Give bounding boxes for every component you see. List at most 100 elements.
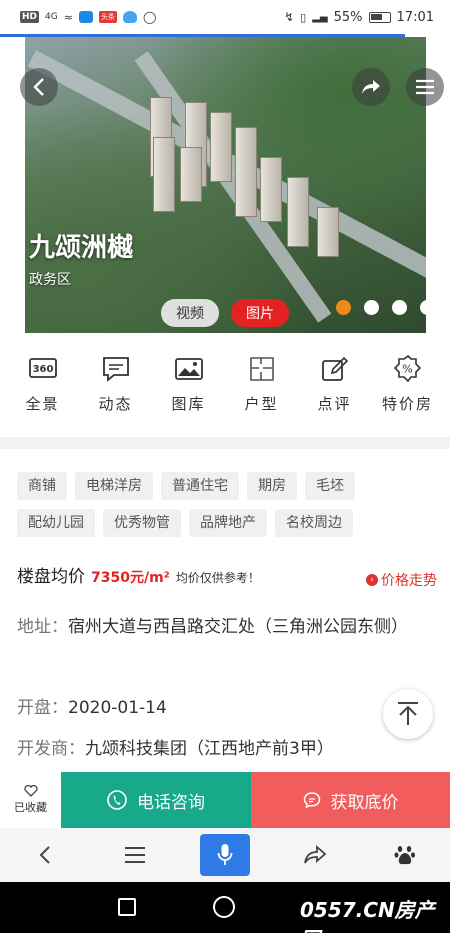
review-edit-icon xyxy=(320,355,350,383)
building-tower xyxy=(210,112,232,182)
toutiao-icon: 头条 xyxy=(98,11,117,23)
quick-nav-label: 动态 xyxy=(98,395,133,413)
bird-app-icon xyxy=(122,11,137,23)
battery-percent: 55% xyxy=(333,9,363,25)
photo-tab[interactable]: 图片 xyxy=(231,299,289,327)
voice-search-button[interactable] xyxy=(200,834,250,876)
price-value: 7350元/m² xyxy=(91,570,170,586)
price-note: 均价仅供参考！ xyxy=(175,571,260,585)
site-watermark: 0557.CN房产网 xyxy=(300,898,435,933)
carousel-dot-active[interactable] xyxy=(336,300,351,315)
opening-row: 开盘：2020-01-14 xyxy=(17,695,167,722)
address-value: 宿州大道与西昌路交汇处（三角洲公园东侧） xyxy=(68,617,408,637)
feature-tags: 商铺 电梯洋房 普通住宅 期房 毛坯 配幼儿园 优秀物管 品牌地产 名校周边 xyxy=(17,472,437,537)
price-trend-link[interactable]: › 价格走势 xyxy=(366,570,437,590)
feature-tag: 普通住宅 xyxy=(161,472,239,500)
hamburger-menu-icon xyxy=(125,847,145,863)
developer-row: 开发商：九颂科技集团（江西地产前3甲） xyxy=(17,736,334,763)
feature-tag: 名校周边 xyxy=(275,509,353,537)
baidu-paw-icon xyxy=(394,846,415,865)
favorite-button[interactable]: 已收藏 xyxy=(0,772,61,828)
back-to-top-button[interactable] xyxy=(383,689,433,739)
news-chat-icon xyxy=(101,355,131,383)
carousel-dot[interactable] xyxy=(392,300,407,315)
carousel-dot[interactable] xyxy=(420,300,435,315)
building-tower xyxy=(317,207,339,257)
svg-text:%: % xyxy=(402,363,412,376)
phone-consult-button[interactable]: 电话咨询 xyxy=(61,772,251,828)
feature-tag: 电梯洋房 xyxy=(75,472,153,500)
chevron-left-icon xyxy=(33,78,44,96)
get-lowest-price-button[interactable]: 获取底价 xyxy=(251,772,450,828)
heart-icon xyxy=(23,785,38,797)
project-district: 政务区 xyxy=(29,272,71,288)
share-arrow-icon xyxy=(362,80,380,94)
feature-tag: 优秀物管 xyxy=(103,509,181,537)
signal-icon: ▂▄ xyxy=(312,11,328,23)
carousel-dots xyxy=(336,300,435,315)
building-tower xyxy=(180,147,202,202)
feature-tag: 品牌地产 xyxy=(189,509,267,537)
quick-nav-review[interactable]: 点评 xyxy=(299,355,371,427)
address-label: 地址： xyxy=(17,617,68,637)
developer-label: 开发商： xyxy=(17,739,85,759)
svg-text:360: 360 xyxy=(32,364,53,375)
gallery-icon xyxy=(174,355,204,383)
favorite-label: 已收藏 xyxy=(14,801,47,814)
building-tower xyxy=(153,137,175,212)
quick-nav-label: 户型 xyxy=(244,395,279,413)
hamburger-menu-icon xyxy=(416,79,434,95)
browser-toolbar xyxy=(0,828,450,882)
quick-nav-label: 图库 xyxy=(171,395,206,413)
quick-nav-panorama[interactable]: 360 全景 xyxy=(7,355,79,427)
quick-nav-discount[interactable]: % 特价房 xyxy=(372,355,444,427)
building-tower xyxy=(260,157,282,222)
battery-icon xyxy=(368,11,391,23)
price-title: 楼盘均价 xyxy=(17,567,85,587)
price-trend-label: 价格走势 xyxy=(381,573,437,589)
phone-consult-label: 电话咨询 xyxy=(137,792,205,813)
microphone-icon xyxy=(217,844,233,865)
section-divider xyxy=(0,437,450,449)
bluetooth-icon: ↯ xyxy=(284,10,295,24)
quick-nav-label: 全景 xyxy=(25,395,60,413)
price-row: 楼盘均价 7350元/m² 均价仅供参考！ › 价格走势 xyxy=(17,562,437,590)
message-bubble-icon xyxy=(303,792,320,809)
quick-nav-gallery[interactable]: 图库 xyxy=(153,355,225,427)
video-tab[interactable]: 视频 xyxy=(161,299,219,327)
recent-apps-button[interactable] xyxy=(118,898,136,916)
wifi-icon: ≈ xyxy=(63,10,73,24)
vibrate-icon: ▯ xyxy=(300,10,307,24)
feature-tag: 配幼儿园 xyxy=(17,509,95,537)
quick-nav: 360 全景 动态 图库 户型 点评 % 特价房 xyxy=(0,355,450,427)
network-4g-icon: 4G xyxy=(45,12,58,22)
quick-nav-label: 特价房 xyxy=(381,395,433,413)
browser-menu-button[interactable] xyxy=(110,834,160,876)
carousel-dot[interactable] xyxy=(364,300,379,315)
floorplan-icon xyxy=(247,355,277,383)
menu-button[interactable] xyxy=(406,68,444,106)
back-button[interactable] xyxy=(20,68,58,106)
feature-tag: 商铺 xyxy=(17,472,67,500)
app-notification-icon xyxy=(78,11,93,23)
quick-nav-floorplan[interactable]: 户型 xyxy=(226,355,298,427)
chevron-right-circle-icon: › xyxy=(366,574,378,586)
feature-tag: 期房 xyxy=(247,472,297,500)
building-tower xyxy=(287,177,309,247)
developer-value: 九颂科技集团（江西地产前3甲） xyxy=(85,739,334,759)
clock: 17:01 xyxy=(396,9,434,25)
status-bar: HD 4G ≈ 头条 ◯ ↯ ▯ ▂▄ 55% 17:01 xyxy=(0,0,450,34)
panorama-360-icon: 360 xyxy=(28,355,58,383)
share-button[interactable] xyxy=(352,68,390,106)
baidu-home-button[interactable] xyxy=(380,834,430,876)
hd-icon: HD xyxy=(20,11,40,23)
chevron-left-icon xyxy=(39,846,50,864)
opening-date: 2020-01-14 xyxy=(68,698,167,718)
browser-back-button[interactable] xyxy=(20,834,70,876)
arrow-up-icon xyxy=(398,702,418,725)
project-name: 九颂洲樾 xyxy=(29,233,134,263)
home-button[interactable] xyxy=(213,896,235,918)
quick-nav-news[interactable]: 动态 xyxy=(80,355,152,427)
browser-share-button[interactable] xyxy=(290,834,340,876)
action-bar: 已收藏 电话咨询 获取底价 xyxy=(0,772,450,828)
